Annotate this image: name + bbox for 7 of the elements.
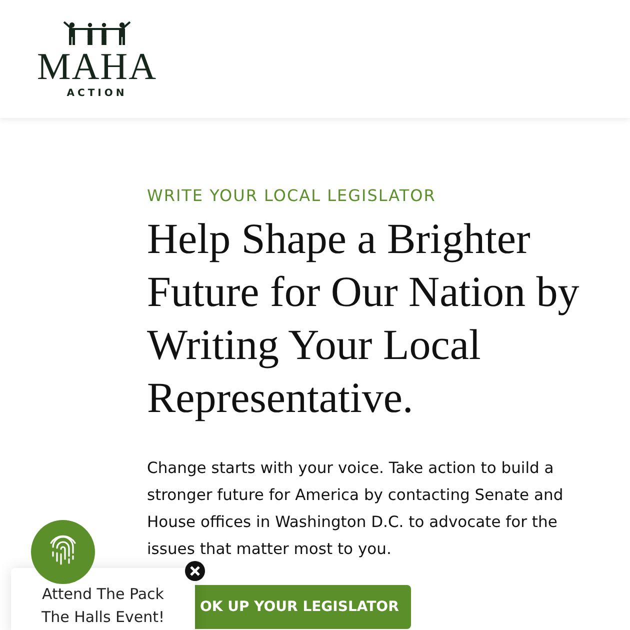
body-text: Change starts with your voice. Take action to build a stronger future for America by contacting Senate and House offices in Washington D.C. to advocate for the issues that matter most to you. bbox=[147, 458, 564, 560]
close-icon[interactable] bbox=[184, 560, 206, 582]
logo-tagline: ACTION bbox=[66, 88, 128, 98]
people-icon bbox=[62, 20, 132, 46]
eyebrow: WRITE YOUR LOCAL LEGISLATOR bbox=[147, 186, 437, 205]
headline: Help Shape a Brighter Future for Our Nation by Writing Your Local Representative. bbox=[147, 215, 580, 424]
logo-name: MAHA bbox=[36, 48, 158, 86]
